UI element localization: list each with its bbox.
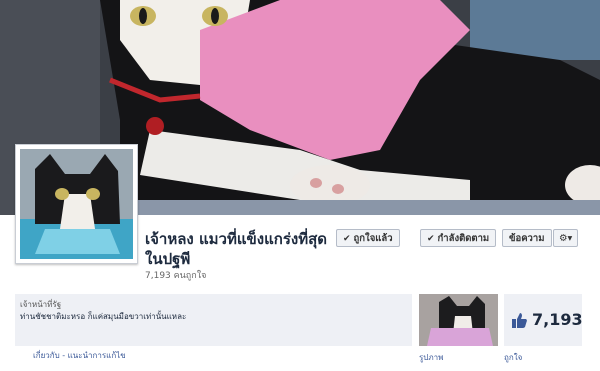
photos-tile[interactable] [419, 294, 498, 346]
message-button-label: ข้อความ [509, 233, 545, 244]
likes-tile[interactable]: 7,193 [504, 294, 583, 346]
gear-icon: ⚙▾ [559, 233, 573, 244]
liked-button[interactable]: ✔ ถูกใจแล้ว [336, 229, 400, 247]
page-title: เจ้าหลง แมวที่แข็งแกร่งที่สุดในปฐพี [145, 230, 327, 268]
liked-button-label: ถูกใจแล้ว [353, 233, 393, 244]
about-box: เจ้าหน้าที่รัฐ ท่านชัชชาติมะหรอ ก็แค่สมุ… [15, 294, 412, 346]
likes-count: 7,193 คนถูกใจ [145, 271, 207, 281]
photos-label[interactable]: รูปภาพ [419, 351, 443, 364]
likes-label[interactable]: ถูกใจ [504, 351, 522, 364]
thumbs-up-icon [512, 313, 527, 328]
following-button-label: กำลังติดตาม [437, 233, 490, 244]
check-icon: ✔ [427, 234, 435, 244]
profile-image [20, 149, 133, 259]
check-icon: ✔ [343, 234, 351, 244]
settings-button[interactable]: ⚙▾ [553, 229, 579, 247]
likes-number: 7,193 [532, 310, 583, 329]
message-button[interactable]: ข้อความ [502, 229, 552, 247]
photos-thumbnail [419, 294, 498, 346]
following-button[interactable]: ✔ กำลังติดตาม [420, 229, 497, 247]
about-links[interactable]: เกี่ยวกับ - แนะนำการแก้ไข [33, 349, 126, 362]
profile-picture[interactable] [15, 144, 138, 264]
page-description: ท่านชัชชาติมะหรอ ก็แค่สมุนมือขวาเท่านั้น… [20, 312, 187, 321]
